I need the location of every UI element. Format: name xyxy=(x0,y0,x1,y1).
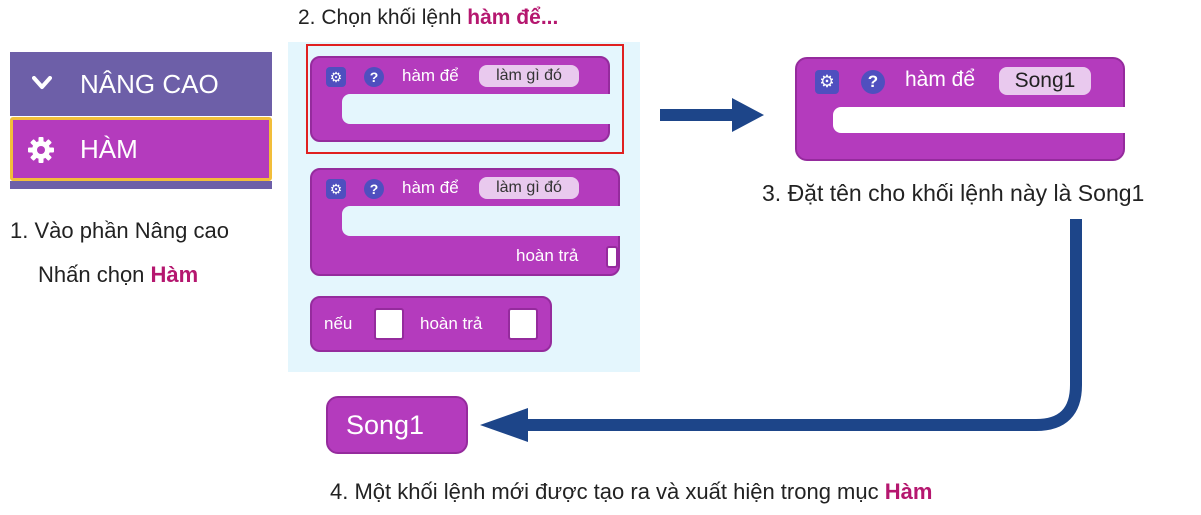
function-block-label: hàm để xyxy=(402,178,459,197)
category-advanced-label: NÂNG CAO xyxy=(80,69,219,99)
arrow-left xyxy=(480,219,1082,442)
song1-call-label: Song1 xyxy=(346,410,425,440)
step1-line2-highlight: Hàm xyxy=(150,262,199,287)
help-icon: ? xyxy=(861,70,885,94)
step2-caption: 2. Chọn khối lệnh hàm để... xyxy=(298,6,558,30)
step2-highlight: hàm để... xyxy=(467,6,559,29)
help-icon: ? xyxy=(364,179,384,199)
condition-socket[interactable] xyxy=(374,308,404,340)
function-name-field[interactable]: Song1 xyxy=(999,67,1091,95)
song1-call-block[interactable]: Song1 xyxy=(326,396,468,454)
step1-line2: Nhấn chọn Hàm xyxy=(38,262,198,288)
step3-caption: 3. Đặt tên cho khối lệnh này là Song1 xyxy=(762,180,1145,206)
step4-caption: 4. Một khối lệnh mới được tạo ra và xuất… xyxy=(330,479,932,505)
gear-icon: ⚙ xyxy=(326,179,346,199)
chevron-down-icon xyxy=(32,76,52,89)
if-label: nếu xyxy=(324,314,353,333)
category-functions[interactable]: HÀM xyxy=(10,117,272,181)
step1-line2-prefix: Nhấn chọn xyxy=(38,262,151,287)
statement-slot xyxy=(833,107,1125,133)
function-block-song1[interactable]: ⚙ ? hàm để Song1 xyxy=(795,57,1125,161)
step1-line1: 1. Vào phần Nâng cao xyxy=(10,218,229,243)
gear-icon: ⚙ xyxy=(815,70,839,94)
arrow-right xyxy=(660,98,764,132)
category-advanced[interactable]: NÂNG CAO xyxy=(10,52,272,116)
step4-caption-prefix: 4. Một khối lệnh mới được tạo ra và xuất… xyxy=(330,479,885,504)
function-name-field[interactable]: làm gì đó xyxy=(479,177,579,199)
sidebar-divider xyxy=(10,181,272,189)
function-block-label: hàm để xyxy=(905,68,976,91)
step4-caption-highlight: Hàm xyxy=(884,479,933,504)
category-functions-label: HÀM xyxy=(80,134,138,164)
selection-highlight xyxy=(306,44,624,154)
gear-icon xyxy=(28,137,54,163)
step2-prefix: 2. Chọn khối lệnh xyxy=(298,6,468,29)
